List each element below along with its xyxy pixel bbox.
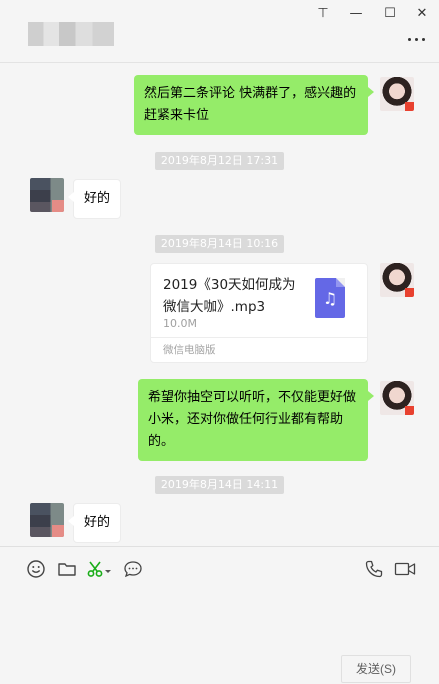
file-source: 微信电脑版 [151, 337, 367, 362]
message-bubble-other[interactable]: 好的 [67, 503, 122, 543]
self-avatar[interactable] [380, 381, 414, 415]
scissors-icon[interactable] [86, 559, 106, 579]
music-note-icon: ♫ [315, 278, 345, 318]
timestamp-label: 2019年8月14日 10:16 [154, 235, 285, 253]
chat-bubble-icon[interactable] [123, 559, 143, 579]
timestamp: 2019年8月12日 17:31 [0, 149, 439, 170]
timestamp: 2019年8月14日 14:11 [0, 473, 439, 494]
file-name: 2019《30天如何成为微信大咖》.mp3 [163, 277, 296, 315]
maximize-button[interactable]: ☐ [377, 4, 403, 24]
more-options-icon[interactable] [405, 32, 429, 48]
self-avatar[interactable] [380, 263, 414, 297]
self-avatar[interactable] [380, 77, 414, 111]
message-bubble-self[interactable]: 然后第二条评论 快满群了，感兴趣的赶紧来卡位 [134, 75, 374, 135]
pin-button[interactable]: ⊤ [310, 4, 336, 24]
close-button[interactable]: ✕ [409, 4, 435, 24]
file-size: 10.0M [163, 317, 197, 330]
send-button[interactable]: 发送(S) [341, 655, 411, 683]
phone-icon[interactable] [364, 559, 384, 579]
timestamp-label: 2019年8月12日 17:31 [154, 152, 285, 170]
contact-name: ▇▇▇▇ [28, 22, 114, 46]
message-bubble-self[interactable]: 希望你抽空可以听听，不仅能更好做小米，还对你做任何行业都有帮助的。 [138, 379, 374, 461]
minimize-button[interactable]: — [343, 4, 369, 24]
timestamp-label: 2019年8月14日 14:11 [154, 476, 285, 494]
contact-avatar[interactable] [30, 178, 64, 212]
message-bubble-other[interactable]: 好的 [67, 179, 122, 219]
video-icon[interactable] [394, 559, 416, 579]
emoji-icon[interactable] [26, 559, 46, 579]
folder-icon[interactable] [57, 559, 77, 579]
title-bar: ▇▇▇▇ ⊤ — ☐ ✕ [0, 0, 439, 63]
timestamp: 2019年8月14日 10:16 [0, 232, 439, 253]
message-input[interactable] [0, 588, 439, 652]
chat-message-area[interactable]: 然后第二条评论 快满群了，感兴趣的赶紧来卡位 2019年8月12日 17:31 … [0, 63, 439, 545]
chat-toolbar [0, 546, 439, 587]
file-message-card[interactable]: 2019《30天如何成为微信大咖》.mp3 10.0M ♫ 微信电脑版 [150, 263, 368, 363]
chevron-down-icon[interactable] [104, 559, 112, 579]
contact-avatar[interactable] [30, 503, 64, 537]
